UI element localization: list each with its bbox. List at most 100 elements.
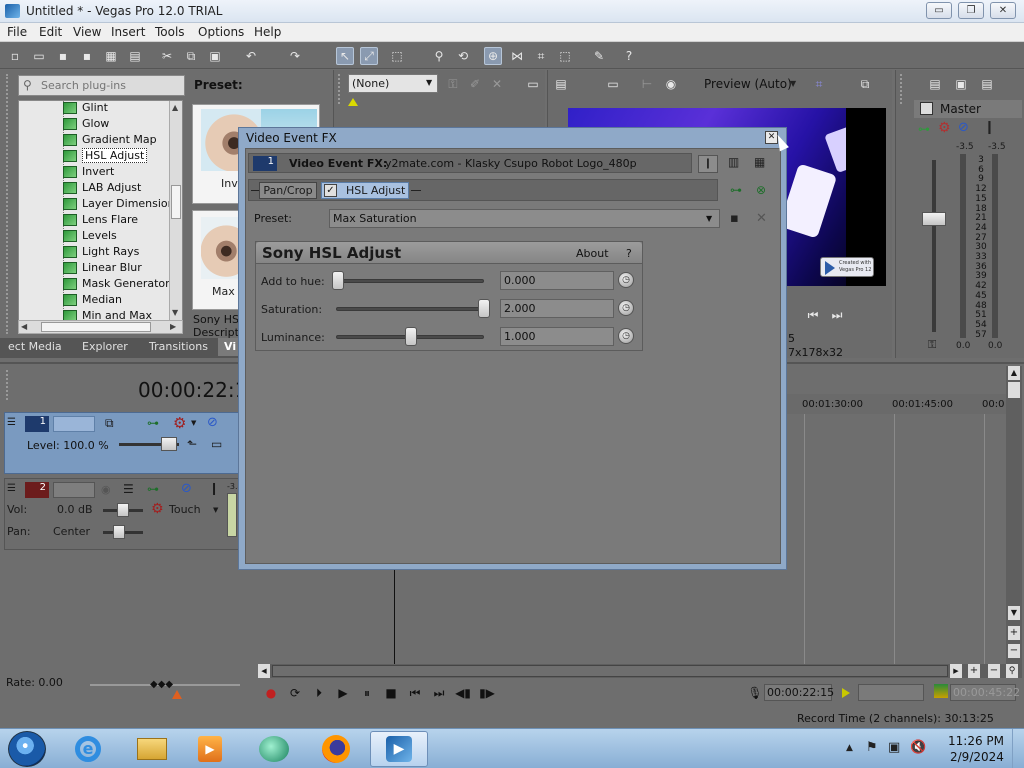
- lock-envelopes-icon[interactable]: ⌗: [532, 47, 550, 65]
- show-desktop-button[interactable]: [1012, 729, 1024, 768]
- hscroll-thumb[interactable]: [272, 665, 948, 677]
- monitor-icon[interactable]: ▭: [524, 75, 542, 93]
- track-name-field[interactable]: [53, 482, 95, 498]
- preview-props-icon[interactable]: ▤: [552, 75, 570, 93]
- render-icon[interactable]: ▦: [102, 47, 120, 65]
- timeline-hscrollbar[interactable]: ◀ ▶ + − ⚲: [258, 664, 1022, 678]
- next-frame-icon[interactable]: ⏭: [828, 306, 846, 324]
- normal-edit-tool-icon[interactable]: ↖: [336, 47, 354, 65]
- scroll-left-icon[interactable]: ◀: [258, 664, 270, 678]
- chat-app-icon[interactable]: [252, 733, 296, 765]
- chevron-down-icon[interactable]: ▼: [790, 79, 796, 88]
- delete-preset-icon[interactable]: ✕: [756, 211, 767, 226]
- auto-ripple-icon[interactable]: ⟲: [454, 47, 472, 65]
- preset-dropdown[interactable]: Max Saturation ▼: [329, 209, 720, 228]
- chain-item-hsl-adjust[interactable]: ✓ HSL Adjust: [321, 182, 409, 199]
- view-double-icon[interactable]: ▥: [728, 155, 739, 169]
- network-icon[interactable]: ▣: [888, 740, 900, 755]
- ignore-grouping-icon[interactable]: ⬚: [556, 47, 574, 65]
- cut-icon[interactable]: ✂: [158, 47, 176, 65]
- plugin-item-invert[interactable]: Invert: [63, 165, 114, 181]
- track-extra-icon[interactable]: ▭: [211, 437, 222, 451]
- scroll-down-icon[interactable]: ▼: [1008, 606, 1020, 620]
- save-as-icon[interactable]: ▪: [78, 47, 96, 65]
- plugin-list-hscrollbar[interactable]: ◀ ▶: [18, 320, 183, 334]
- menu-help[interactable]: Help: [254, 25, 281, 39]
- plugin-item-lens-flare[interactable]: Lens Flare: [63, 213, 138, 229]
- scroll-left-icon[interactable]: ◀: [21, 322, 27, 331]
- zoom-in-icon[interactable]: +: [968, 664, 980, 678]
- audio-track-header[interactable]: ☰ 2 ◉ ☰ ⊶ ⊘ ❙ Vol: 0.0 dB ⚙ Touch ▼ Pan:…: [4, 478, 243, 550]
- envelope-tool-icon[interactable]: ⤢: [360, 47, 378, 65]
- saturation-slider-track[interactable]: [336, 307, 484, 311]
- end-time-box[interactable]: 00:00:45:22: [950, 684, 1020, 701]
- track-fx-icon[interactable]: ⊶: [147, 482, 159, 496]
- media-player-icon[interactable]: ▶: [188, 733, 232, 765]
- plugin-item-levels[interactable]: Levels: [63, 229, 117, 245]
- whats-this-icon[interactable]: ?: [620, 47, 638, 65]
- go-to-end-icon[interactable]: ⏭: [430, 684, 448, 702]
- checkbox-checked-icon[interactable]: ✓: [324, 184, 337, 197]
- show-hidden-icons[interactable]: ▲: [846, 743, 853, 753]
- dim-output-icon[interactable]: ▣: [952, 75, 970, 93]
- luminance-slider-thumb[interactable]: [405, 327, 417, 346]
- track-collapse-icon[interactable]: ☰: [7, 483, 16, 494]
- maximize-button[interactable]: ❐: [958, 2, 984, 19]
- zoom-out-icon[interactable]: −: [1008, 644, 1020, 658]
- paste-icon[interactable]: ▣: [206, 47, 224, 65]
- track-level-thumb[interactable]: [161, 437, 177, 451]
- track-mute-icon[interactable]: ⊘: [207, 415, 218, 430]
- flag-icon[interactable]: ⚑: [866, 740, 878, 755]
- master-props-icon[interactable]: ▤: [978, 75, 996, 93]
- scroll-down-icon[interactable]: ▼: [172, 308, 178, 317]
- downmix-icon[interactable]: ▤: [926, 75, 944, 93]
- master-fader-thumb[interactable]: [922, 212, 946, 226]
- help-button[interactable]: ?: [626, 247, 632, 260]
- plugin-item-mask-generator[interactable]: Mask Generator: [63, 277, 170, 293]
- copy-icon[interactable]: ⧉: [182, 47, 200, 65]
- volume-muted-icon[interactable]: 🔇: [910, 740, 926, 755]
- copy-snapshot-icon[interactable]: ⧉: [856, 75, 874, 93]
- scroll-right-icon[interactable]: ▶: [950, 664, 962, 678]
- track-mute-icon[interactable]: ⊘: [181, 481, 192, 496]
- track-gear-icon[interactable]: ⚙: [173, 414, 186, 432]
- external-monitor-icon[interactable]: ▭: [604, 75, 622, 93]
- luminance-keyframe-clock-icon[interactable]: ◷: [618, 328, 634, 344]
- loop-icon[interactable]: ⟳: [286, 684, 304, 702]
- zoom-in-icon[interactable]: +: [1008, 626, 1020, 640]
- timeline-vscrollbar[interactable]: ▲ ▼ + −: [1006, 366, 1022, 664]
- plugin-item-linear-blur[interactable]: Linear Blur: [63, 261, 142, 277]
- hue-slider-thumb[interactable]: [332, 271, 344, 290]
- video-track-header[interactable]: ☰ 1 ⧉ ⊶ ⚙ ▼ ⊘ Level: 100.0 % ⬑ ▭: [4, 412, 240, 474]
- pin-icon[interactable]: ✐: [466, 75, 484, 93]
- vegas-taskbar-icon[interactable]: ▶: [370, 731, 428, 767]
- plugin-item-glow[interactable]: Glow: [63, 117, 109, 133]
- mic-icon[interactable]: 🎙: [746, 684, 764, 702]
- tab-transitions[interactable]: Transitions: [143, 338, 214, 356]
- delete-icon[interactable]: ✕: [488, 75, 506, 93]
- pause-icon[interactable]: ⏸: [358, 684, 376, 702]
- track-vol-thumb[interactable]: [117, 503, 129, 517]
- track-motion-icon[interactable]: ⧉: [105, 416, 114, 431]
- scroll-up-icon[interactable]: ▲: [172, 103, 178, 112]
- plugin-item-median[interactable]: Median: [63, 293, 122, 309]
- hue-slider-track[interactable]: [336, 279, 484, 283]
- undo-icon[interactable]: ↶: [242, 47, 260, 65]
- hue-keyframe-clock-icon[interactable]: ◷: [618, 272, 634, 288]
- compositing-icon[interactable]: ⬑: [187, 437, 197, 451]
- stop-icon[interactable]: ■: [382, 684, 400, 702]
- properties-icon[interactable]: ▤: [126, 47, 144, 65]
- track-eq-icon[interactable]: ☰: [123, 482, 134, 496]
- hue-value-field[interactable]: 0.000: [500, 271, 614, 290]
- open-folder-icon[interactable]: ▭: [30, 47, 48, 65]
- preview-quality[interactable]: Preview (Auto): [704, 77, 792, 91]
- plugin-item-hsl-adjust[interactable]: HSL Adjust: [63, 148, 148, 165]
- paint-icon[interactable]: ✎: [590, 47, 608, 65]
- scroll-thumb[interactable]: [171, 185, 181, 219]
- plugin-search-box[interactable]: ⚲: [18, 75, 185, 96]
- overlay-icon[interactable]: ◉: [662, 75, 680, 93]
- hscroll-thumb[interactable]: [41, 322, 151, 332]
- firefox-icon[interactable]: [314, 733, 358, 765]
- file-explorer-icon[interactable]: [130, 733, 174, 765]
- chain-item-pan-crop[interactable]: Pan/Crop: [259, 182, 317, 199]
